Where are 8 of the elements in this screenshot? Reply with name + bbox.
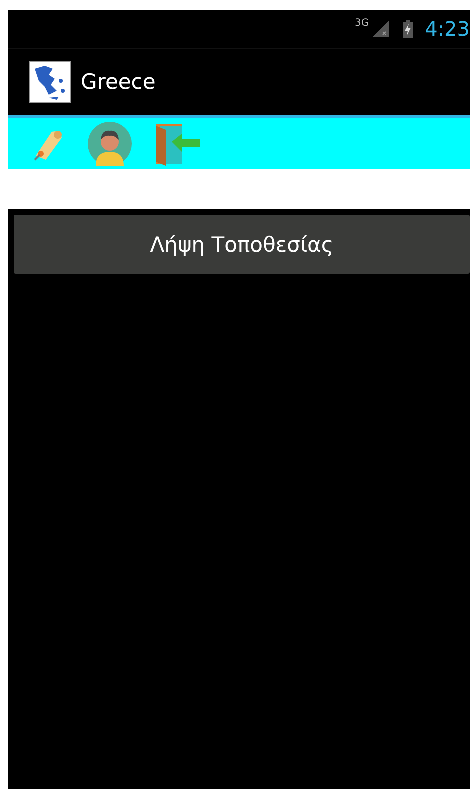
get-location-button[interactable]: Λήψη Τοποθεσίας bbox=[14, 215, 470, 274]
map-icon bbox=[29, 61, 71, 103]
clock-time: 4:23 bbox=[425, 17, 470, 41]
app-title: Greece bbox=[81, 70, 156, 94]
network-type-label: 3G bbox=[354, 18, 370, 29]
signal-icon bbox=[373, 21, 390, 37]
battery-charging-icon bbox=[403, 20, 414, 38]
person-avatar-icon[interactable] bbox=[86, 122, 134, 166]
